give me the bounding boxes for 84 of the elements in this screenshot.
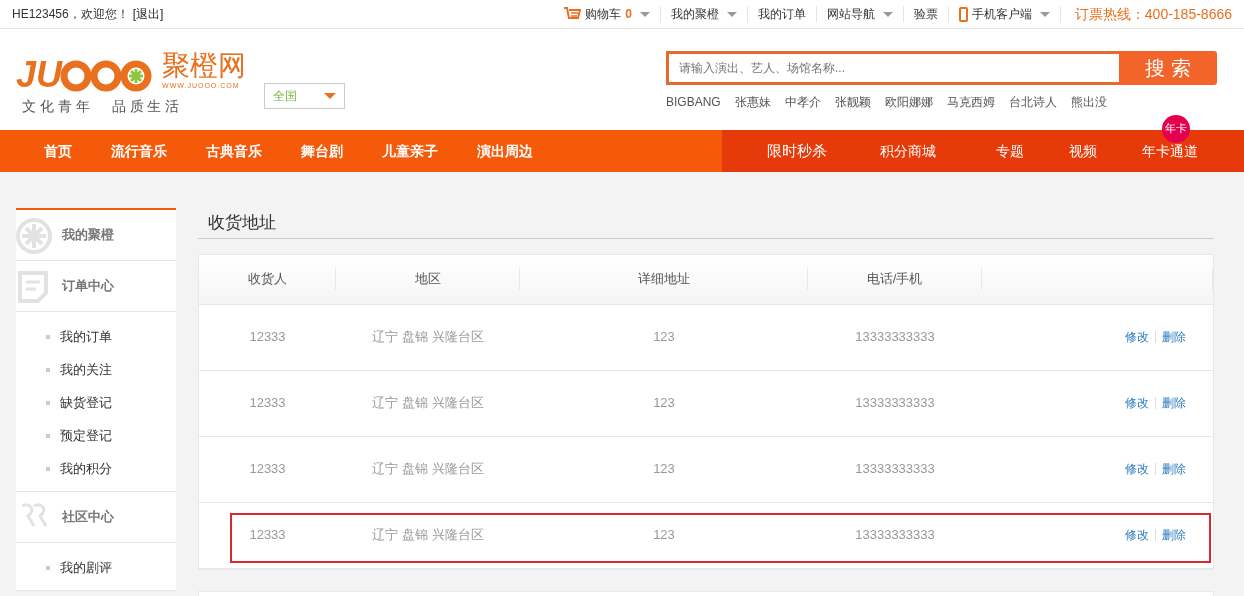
search-field[interactable]: 请输入演出、艺人、场馆名称... [666, 51, 1119, 85]
nav-link[interactable]: 首页 [44, 140, 72, 162]
table-cell-text: 12333 [248, 460, 287, 479]
table-cell-text: 123 [652, 394, 676, 413]
region-select[interactable]: 全国 [264, 83, 346, 109]
keyword-link[interactable]: BIGBANG [666, 93, 721, 111]
table-cell-text: 辽宁 盘锦 兴隆台区 [371, 460, 485, 479]
bullet-icon [46, 466, 50, 471]
phone-icon [958, 6, 968, 22]
caret-icon [324, 93, 337, 99]
sidebar-section-title[interactable]: 社区中心 [62, 507, 114, 527]
table-cell-text: 13333333333 [854, 460, 936, 479]
edit-link[interactable]: 修改 [1125, 394, 1149, 412]
keyword-link[interactable]: 张惠妹 [734, 93, 771, 111]
cart-icon [563, 6, 582, 22]
nav-link[interactable]: 古典音乐 [206, 140, 262, 162]
nav-link[interactable]: 儿童亲子 [382, 140, 438, 162]
bullet-icon [46, 400, 50, 405]
slogan-text: 品 质 生 活 [111, 96, 180, 116]
bullet-icon [46, 334, 50, 339]
greeting-text: HE123456，欢迎您！ [12, 6, 129, 23]
column-header: 地区 [336, 268, 520, 290]
table-cell-text: 12333 [248, 526, 287, 545]
keyword-link[interactable]: 张靓颖 [834, 93, 871, 111]
logout-link[interactable]: [退出] [132, 5, 164, 23]
delete-link[interactable]: 删除 [1162, 526, 1186, 544]
sidebar-item[interactable]: 我的剧评 [60, 557, 112, 578]
keyword-link[interactable]: 台北诗人 [1008, 93, 1057, 111]
cart-link[interactable]: 购物车 [585, 5, 622, 23]
topbar-link[interactable]: 网站导航 [826, 5, 875, 23]
sidebar-item[interactable]: 我的订单 [60, 326, 112, 347]
table-cell-text: 13333333333 [854, 394, 936, 413]
bullet-icon [46, 565, 50, 570]
table-cell-text: 12333 [248, 328, 287, 347]
keyword-link[interactable]: 中孝介 [784, 93, 821, 111]
topbar-link[interactable]: 我的聚橙 [670, 5, 719, 23]
bullet-icon [46, 433, 50, 438]
keyword-link[interactable]: 马克西姆 [946, 93, 995, 111]
edit-link[interactable]: 修改 [1125, 460, 1149, 478]
delete-link[interactable]: 删除 [1162, 460, 1186, 478]
column-header: 收货人 [199, 268, 336, 290]
nav-link[interactable]: 年卡通道 [1142, 142, 1198, 159]
table-cell-text: 辽宁 盘锦 兴隆台区 [371, 394, 485, 413]
page-title: 收货地址 [198, 208, 1214, 239]
table-cell-text: 123 [652, 526, 676, 545]
sidebar-item[interactable]: 我的积分 [60, 458, 112, 479]
keyword-link[interactable]: 熊出没 [1070, 93, 1107, 111]
logo-wordmark: JU [16, 57, 63, 92]
bullet-icon [46, 367, 50, 372]
sidebar-item[interactable]: 缺货登记 [60, 392, 112, 413]
keyword-link[interactable]: 欧阳娜娜 [884, 93, 933, 111]
sidebar-item[interactable]: 我的关注 [60, 359, 112, 380]
column-header: 详细地址 [520, 268, 808, 290]
column-header: 电话/手机 [808, 268, 982, 290]
table-cell-text: 13333333333 [854, 328, 936, 347]
nav-link[interactable]: 舞台剧 [301, 140, 343, 162]
table-cell-text: 123 [652, 460, 676, 479]
logo-name: 聚橙网 [162, 51, 247, 81]
sidebar-section-title[interactable]: 订单中心 [62, 276, 114, 296]
delete-link[interactable]: 删除 [1162, 328, 1186, 346]
table-cell-text: 12333 [248, 394, 287, 413]
hotline-text: 订票热线：400-185-8666 [1073, 4, 1232, 24]
sidebar-item[interactable]: 预定登记 [60, 425, 112, 446]
wheel-icon [16, 218, 52, 254]
sidebar-section-title[interactable]: 我的聚橙 [62, 225, 114, 245]
delete-link[interactable]: 删除 [1162, 394, 1186, 412]
cart-count: 0 [625, 6, 632, 23]
topbar-link[interactable]: 验票 [913, 5, 938, 23]
nav-link[interactable]: 积分商城 [880, 142, 936, 159]
edit-link[interactable]: 修改 [1125, 526, 1149, 544]
nav-link[interactable]: 专题 [996, 142, 1024, 159]
nav-link[interactable]: 视频 [1069, 142, 1097, 159]
table-cell-text: 辽宁 盘锦 兴隆台区 [371, 328, 485, 347]
topbar-link[interactable]: 我的订单 [757, 5, 806, 23]
nav-link[interactable]: 限时秒杀 [767, 141, 827, 159]
table-cell-text: 辽宁 盘锦 兴隆台区 [371, 526, 485, 545]
slogan-text: 文 化 青 年 [22, 96, 90, 116]
search-button[interactable]: 搜 索 [1119, 51, 1217, 85]
nav-link[interactable]: 演出周边 [477, 140, 533, 162]
table-cell-text: 13333333333 [854, 526, 936, 545]
topbar-link[interactable]: 手机客户端 [971, 5, 1032, 23]
nav-link[interactable]: 流行音乐 [111, 140, 167, 162]
edit-link[interactable]: 修改 [1125, 328, 1149, 346]
table-cell-text: 123 [652, 328, 676, 347]
